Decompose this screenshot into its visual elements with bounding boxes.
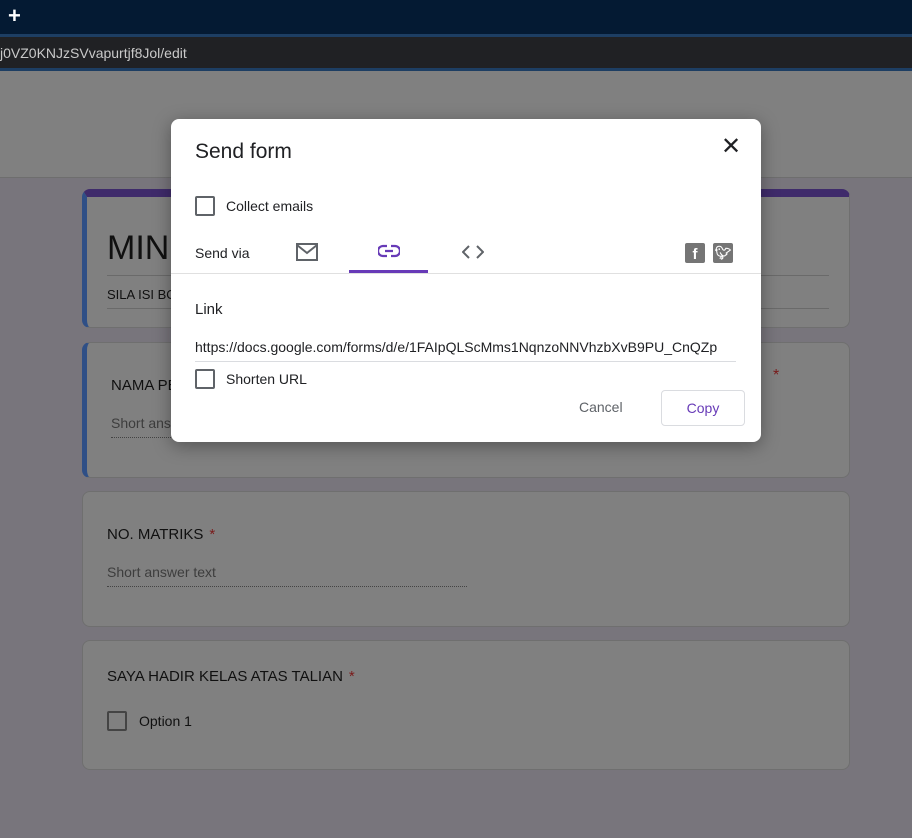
question-label: SAYA HADIR KELAS ATAS TALIAN bbox=[107, 668, 343, 685]
facebook-icon[interactable]: f bbox=[685, 243, 705, 263]
tab-link[interactable] bbox=[349, 231, 428, 273]
send-form-dialog: Send form ✕ Collect emails Send via f 🐦︎… bbox=[171, 119, 761, 442]
question-label: NAMA PE bbox=[111, 377, 178, 394]
send-via-label: Send via bbox=[195, 245, 250, 261]
url-text[interactable]: j0VZ0KNJzSVvapurtjf8Jol/edit bbox=[0, 45, 187, 61]
shorten-url-row[interactable]: Shorten URL bbox=[195, 369, 307, 389]
collect-emails-label: Collect emails bbox=[226, 198, 314, 214]
new-tab-button[interactable]: + bbox=[8, 3, 21, 29]
tab-email[interactable] bbox=[267, 231, 346, 273]
required-star: * bbox=[209, 526, 216, 543]
question-label: NO. MATRIKS bbox=[107, 526, 204, 543]
twitter-icon[interactable]: 🐦︎ bbox=[713, 243, 733, 263]
collect-emails-row[interactable]: Collect emails bbox=[195, 196, 313, 216]
close-icon[interactable]: ✕ bbox=[721, 135, 741, 159]
shorten-url-checkbox[interactable] bbox=[195, 369, 215, 389]
code-icon bbox=[461, 245, 484, 259]
option-label: Option 1 bbox=[139, 713, 192, 729]
required-star: * bbox=[348, 668, 355, 685]
address-bar[interactable]: j0VZ0KNJzSVvapurtjf8Jol/edit bbox=[0, 34, 912, 71]
cancel-button[interactable]: Cancel bbox=[579, 399, 623, 415]
shorten-url-label: Shorten URL bbox=[226, 371, 307, 387]
question-card[interactable]: SAYA HADIR KELAS ATAS TALIAN * Option 1 bbox=[82, 640, 850, 770]
browser-tab-bar: + bbox=[0, 0, 912, 34]
option-checkbox[interactable] bbox=[107, 711, 127, 731]
question-card[interactable]: NO. MATRIKS * Short answer text bbox=[82, 491, 850, 627]
short-answer-placeholder: Short answer text bbox=[107, 564, 467, 587]
form-description: SILA ISI BO bbox=[107, 287, 177, 302]
collect-emails-checkbox[interactable] bbox=[195, 196, 215, 216]
link-url-field[interactable]: https://docs.google.com/forms/d/e/1FAIpQ… bbox=[195, 339, 736, 362]
required-star: * bbox=[773, 367, 780, 384]
copy-button[interactable]: Copy bbox=[661, 390, 745, 426]
divider bbox=[171, 273, 761, 274]
link-icon bbox=[377, 244, 400, 257]
tab-embed[interactable] bbox=[433, 231, 512, 273]
dialog-title: Send form bbox=[195, 140, 292, 163]
link-label: Link bbox=[195, 301, 223, 318]
envelope-icon bbox=[295, 243, 318, 261]
